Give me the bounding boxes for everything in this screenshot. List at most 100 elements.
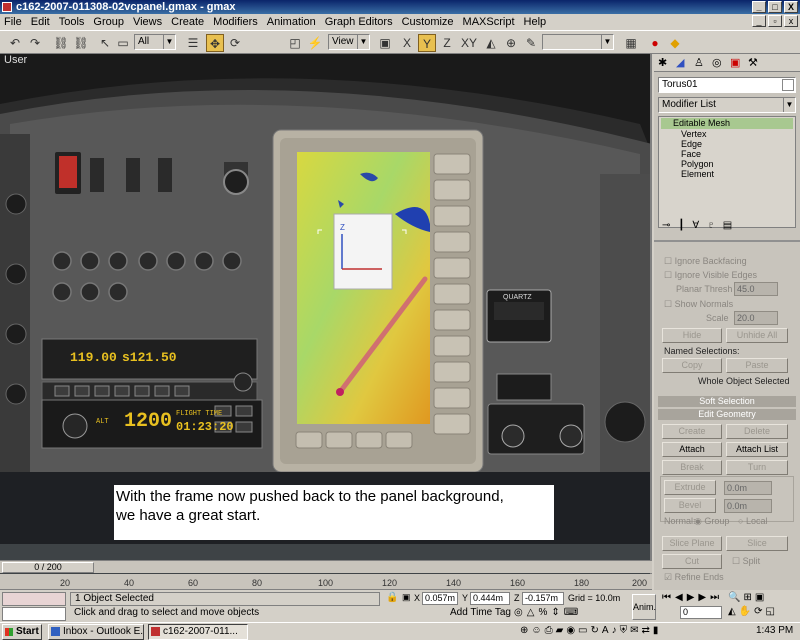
doc-close-button[interactable]: x <box>784 15 798 27</box>
language-icon[interactable]: A <box>602 625 609 636</box>
material-editor-icon[interactable]: ● <box>646 34 664 52</box>
stack-editable-mesh[interactable]: Editable Mesh <box>661 118 793 129</box>
minimize-button[interactable]: _ <box>752 1 766 13</box>
taskbar-outlook[interactable]: Inbox - Outlook E... <box>48 624 144 640</box>
go-to-start-icon[interactable]: ⏮ <box>662 592 671 603</box>
move-icon[interactable]: ✥ <box>206 34 224 52</box>
menu-animation[interactable]: Animation <box>267 16 316 28</box>
copy-selection-button[interactable]: Copy <box>662 358 722 373</box>
stack-face[interactable]: Face <box>681 149 701 159</box>
ignore-backfacing-checkbox[interactable]: ☐ Ignore Backfacing <box>664 256 747 267</box>
remove-modifier-icon[interactable]: ♇ <box>707 220 715 236</box>
undo-icon[interactable]: ↶ <box>6 34 24 52</box>
fov-icon[interactable]: ◭ <box>728 606 736 617</box>
menu-tools[interactable]: Tools <box>59 16 85 28</box>
bevel-button[interactable]: Bevel <box>664 498 716 513</box>
time-slider-thumb[interactable]: 0 / 200 <box>2 562 94 573</box>
stack-vertex[interactable]: Vertex <box>681 129 707 139</box>
attach-button[interactable]: Attach <box>662 442 722 457</box>
menu-customize[interactable]: Customize <box>402 16 454 28</box>
maximize-button[interactable]: □ <box>768 1 782 13</box>
object-name-field[interactable]: Torus01 <box>658 77 796 93</box>
menu-modifiers[interactable]: Modifiers <box>213 16 258 28</box>
doc-minimize-button[interactable]: _ <box>752 15 766 27</box>
unlink-icon[interactable]: ⛓ <box>72 34 90 52</box>
z-coord-field[interactable]: -0.157m <box>522 592 564 605</box>
axis-z-button[interactable]: Z <box>438 34 456 52</box>
maximize-viewport-icon[interactable]: ◱ <box>766 606 775 617</box>
zoom-all-icon[interactable]: ⊞ <box>743 592 751 603</box>
normal-local-radio[interactable]: ○ Local <box>738 516 767 526</box>
security-icon[interactable]: ⛨ <box>620 625 628 636</box>
unhide-all-button[interactable]: Unhide All <box>726 328 788 343</box>
stack-edge[interactable]: Edge <box>681 139 702 149</box>
region-select-icon[interactable]: ▭ <box>114 34 132 52</box>
play-icon[interactable]: ▶ <box>687 592 695 603</box>
delete-button[interactable]: Delete <box>726 424 788 439</box>
zoom-icon[interactable]: 🔍 <box>728 592 740 603</box>
utilities-tab-icon[interactable]: ⚒ <box>748 56 758 69</box>
pan-hand-icon[interactable]: ✋ <box>739 606 751 617</box>
motion-tab-icon[interactable]: ◎ <box>712 56 722 69</box>
mirror-icon[interactable]: ◭ <box>482 34 500 52</box>
time-slider-track[interactable]: 0 / 200 <box>0 560 652 573</box>
render-icon[interactable]: ◆ <box>666 34 684 52</box>
printer-icon[interactable]: ⎙ <box>545 625 553 636</box>
percent-snap-icon[interactable]: % <box>538 607 547 618</box>
maxscript-input[interactable] <box>2 607 66 621</box>
animate-button[interactable]: Anim. <box>632 594 656 620</box>
menu-maxscript[interactable]: MAXScript <box>463 16 515 28</box>
edit-geometry-rollout[interactable]: Edit Geometry <box>658 409 796 420</box>
planar-thresh-spinner[interactable]: 45.0 <box>734 282 778 296</box>
y-coord-field[interactable]: 0.444m <box>470 592 510 605</box>
selection-filter-dropdown[interactable]: All ▼ <box>134 34 176 50</box>
configure-modifier-sets-icon[interactable]: ▤ <box>723 220 732 236</box>
slice-plane-button[interactable]: Slice Plane <box>662 536 722 551</box>
sync-icon[interactable]: ⇄ <box>641 625 649 636</box>
snap-toggle-icon[interactable]: ◎ <box>514 607 523 618</box>
stack-polygon[interactable]: Polygon <box>681 159 714 169</box>
scale-icon[interactable]: ◰ <box>286 34 304 52</box>
redo-icon[interactable]: ↷ <box>26 34 44 52</box>
create-button[interactable]: Create <box>662 424 722 439</box>
refine-ends-checkbox[interactable]: ☑ Refine Ends <box>664 572 724 583</box>
close-button[interactable]: X <box>784 1 798 13</box>
timeline-ruler[interactable]: 20 40 60 80 100 120 140 160 180 200 <box>0 574 652 590</box>
slice-button[interactable]: Slice <box>726 536 788 551</box>
hierarchy-tab-icon[interactable]: ♙ <box>694 56 704 69</box>
axis-x-button[interactable]: X <box>398 34 416 52</box>
doc-restore-button[interactable]: ▫ <box>768 15 782 27</box>
menu-create[interactable]: Create <box>171 16 204 28</box>
hide-button[interactable]: Hide <box>662 328 722 343</box>
pin-stack-icon[interactable]: ⊸ <box>662 220 670 236</box>
named-selection-icon[interactable]: ✎ <box>522 34 540 52</box>
current-frame-field[interactable]: 0 <box>680 606 722 619</box>
display-icon[interactable]: ▭ <box>578 625 587 636</box>
angle-snap-icon[interactable]: △ <box>527 607 535 618</box>
absolute-mode-icon[interactable]: ▣ <box>402 592 411 603</box>
antivirus-icon[interactable]: ◉ <box>566 625 575 636</box>
select-by-name-icon[interactable]: ☰ <box>184 34 202 52</box>
normal-scale-spinner[interactable]: 20.0 <box>734 311 778 325</box>
menu-group[interactable]: Group <box>93 16 124 28</box>
menu-help[interactable]: Help <box>524 16 547 28</box>
axis-xy-button[interactable]: XY <box>458 34 480 52</box>
prev-frame-icon[interactable]: ◀ <box>675 592 683 603</box>
next-frame-icon[interactable]: ▶ <box>698 592 706 603</box>
start-button[interactable]: Start <box>2 624 42 640</box>
messenger-icon[interactable]: ☺ <box>531 625 541 636</box>
snap-icon[interactable]: ⚡ <box>306 34 324 52</box>
extrude-button[interactable]: Extrude <box>664 480 716 495</box>
add-time-tag[interactable]: Add Time Tag <box>450 607 511 618</box>
modifier-list-dropdown[interactable]: Modifier List ▼ <box>658 97 796 113</box>
zoom-extents-icon[interactable]: ▣ <box>755 592 764 603</box>
x-coord-field[interactable]: 0.057m <box>422 592 458 605</box>
normal-group-radio[interactable]: ◉ Group <box>694 516 729 527</box>
lock-selection-icon[interactable]: 🔒 <box>386 592 398 603</box>
soft-selection-rollout[interactable]: Soft Selection <box>658 396 796 407</box>
maxscript-listener[interactable] <box>2 592 66 606</box>
display-tab-icon[interactable]: ▣ <box>730 56 740 69</box>
split-checkbox[interactable]: ☐ Split <box>732 556 760 567</box>
go-to-end-icon[interactable]: ⏭ <box>710 592 719 603</box>
keyboard-shortcut-icon[interactable]: ⌨ <box>564 607 578 618</box>
